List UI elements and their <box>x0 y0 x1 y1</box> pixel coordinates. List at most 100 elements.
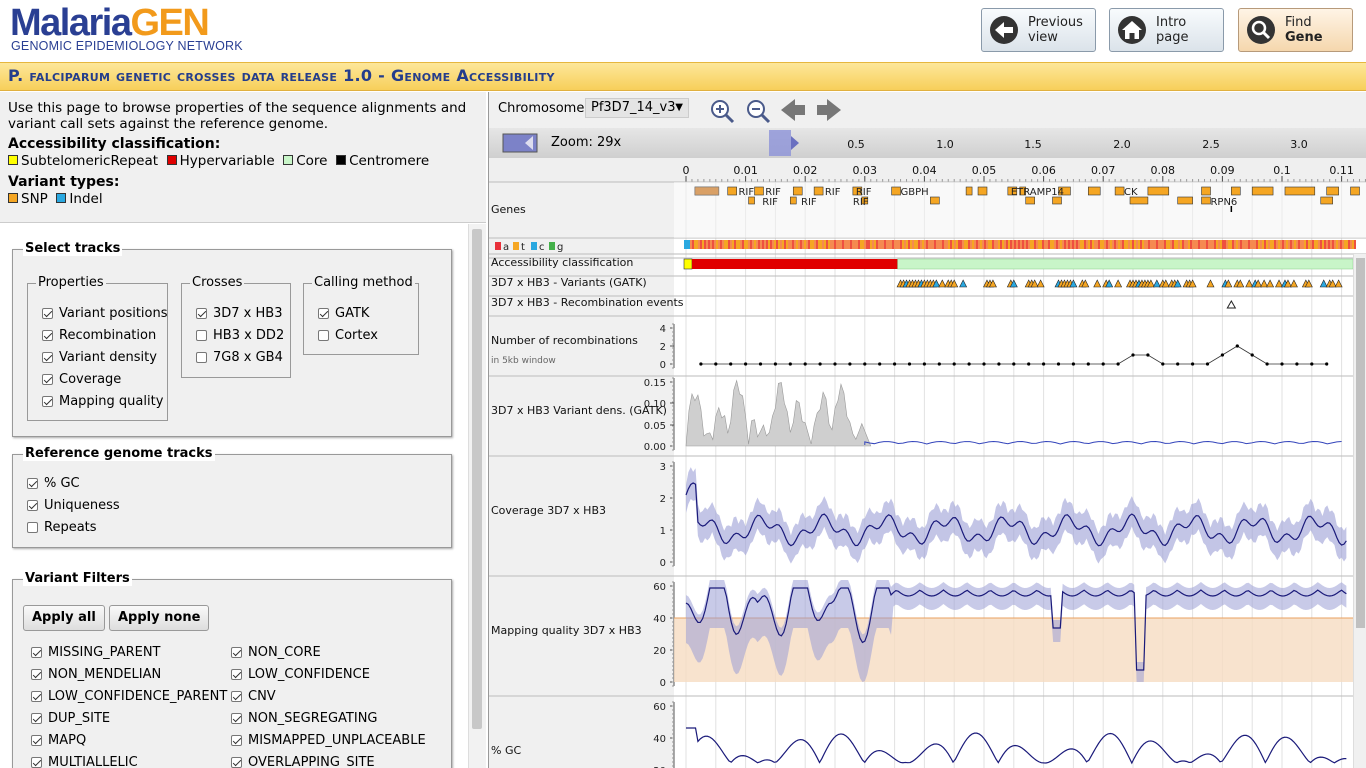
checkbox-box[interactable] <box>42 374 53 385</box>
checkbox-box[interactable] <box>42 330 53 341</box>
checkbox-mapping-quality[interactable]: Mapping quality <box>42 394 163 409</box>
pan-left-icon[interactable] <box>779 97 807 127</box>
filter-cnv[interactable]: CNV <box>231 689 276 704</box>
checkbox-box[interactable] <box>196 330 207 341</box>
base-composition-bar <box>808 240 810 249</box>
checkbox-box[interactable] <box>27 500 38 511</box>
checkbox-recombination[interactable]: Recombination <box>42 328 156 343</box>
checkbox-box[interactable] <box>231 735 242 746</box>
zoom-out-icon[interactable] <box>745 98 771 128</box>
checkbox-box[interactable] <box>42 352 53 363</box>
checkbox-uniqueness[interactable]: Uniqueness <box>27 498 120 513</box>
zoom-overview-bar[interactable]: 0.5 1.0 1.5 2.0 2.5 3.0 Zoom: 29x <box>489 128 1366 158</box>
find-gene-button[interactable]: Find Gene <box>1238 8 1353 52</box>
left-scrollbar[interactable] <box>468 224 486 768</box>
checkbox-coverage[interactable]: Coverage <box>42 372 121 387</box>
base-composition-bar <box>958 240 960 249</box>
base-composition-bar <box>1200 240 1202 249</box>
checkbox-box[interactable] <box>27 522 38 533</box>
tracks-scrollbar[interactable] <box>1353 254 1366 768</box>
filter-mapq[interactable]: MAPQ <box>31 733 86 748</box>
checkbox-box[interactable] <box>318 330 329 341</box>
base-composition-bar <box>740 240 742 249</box>
gene-label: GBPH <box>901 187 929 198</box>
base-composition-bar <box>956 240 958 249</box>
checkbox-box[interactable] <box>231 669 242 680</box>
track-area[interactable]: 0 0.01 0.02 0.03 0.04 0.05 0.06 0.07 0.08 0.09 0.1… <box>489 158 1366 768</box>
checkbox-box[interactable] <box>196 352 207 363</box>
base-composition-bar <box>1158 240 1160 249</box>
recomb-point <box>1325 362 1329 366</box>
filter-overlapping-site[interactable]: OVERLAPPING_SITE <box>231 755 375 768</box>
checkbox-gc[interactable]: % GC <box>27 476 80 491</box>
filter-non-mendelian[interactable]: NON_MENDELIAN <box>31 667 161 682</box>
recomb-point <box>1265 362 1269 366</box>
checkbox-variant-density[interactable]: Variant density <box>42 350 157 365</box>
checkbox-box[interactable] <box>196 308 207 319</box>
base-composition-bar <box>1146 240 1148 249</box>
checkbox-7g8-gb4[interactable]: 7G8 x GB4 <box>196 350 283 365</box>
apply-none-button[interactable]: Apply none <box>109 605 210 631</box>
base-composition-bar <box>976 240 978 249</box>
base-composition-bar <box>966 240 968 249</box>
gene-box <box>813 186 824 196</box>
filter-multiallelic[interactable]: MULTIALLELIC <box>31 755 138 768</box>
checkbox-box[interactable] <box>42 396 53 407</box>
tracks-scrollbar-thumb[interactable] <box>1356 258 1365 628</box>
base-composition-bar <box>1068 240 1070 249</box>
intro-page-button[interactable]: Intro page <box>1109 8 1224 52</box>
filter-non-core[interactable]: NON_CORE <box>231 645 321 660</box>
checkbox-box[interactable] <box>231 757 242 768</box>
recomb-point <box>788 362 792 366</box>
zoom-in-icon[interactable] <box>709 98 735 128</box>
filter-mismapped-unplaceable[interactable]: MISMAPPED_UNPLACEABLE <box>231 733 426 748</box>
base-composition-bar <box>1294 240 1296 249</box>
checkbox-box[interactable] <box>231 691 242 702</box>
gene-label: RIF <box>762 197 778 208</box>
chromosome-label: Chromosome: <box>498 101 589 116</box>
gene-label: ETRAMP14 <box>1011 187 1064 198</box>
checkbox-3d7-hb3[interactable]: 3D7 x HB3 <box>196 306 282 321</box>
checkbox-box[interactable] <box>31 757 42 768</box>
base-composition-bar <box>1008 240 1010 249</box>
base-composition-bar <box>994 240 996 249</box>
base-composition-bar <box>1320 240 1322 249</box>
apply-all-button[interactable]: Apply all <box>23 605 105 631</box>
scrollbar-thumb[interactable] <box>472 229 482 729</box>
checkbox-repeats[interactable]: Repeats <box>27 520 97 535</box>
intro-page-line1: Intro <box>1156 15 1187 30</box>
base-composition-bar <box>724 240 726 249</box>
previous-view-button[interactable]: Previous view <box>981 8 1096 52</box>
pan-right-icon[interactable] <box>815 97 843 127</box>
core-swatch <box>283 155 294 165</box>
base-composition-bar <box>700 240 702 249</box>
filter-dup-site[interactable]: DUP_SITE <box>31 711 110 726</box>
checkbox-box[interactable] <box>31 735 42 746</box>
checkbox-box[interactable] <box>31 713 42 724</box>
base-composition-bar <box>728 240 730 249</box>
settings-scroll-area[interactable]: Select tracks Properties Variant positio… <box>0 224 486 768</box>
malariagen-logo[interactable]: MalariaGEN <box>10 3 210 43</box>
checkbox-box[interactable] <box>42 308 53 319</box>
base-composition-bar <box>1018 240 1020 249</box>
filter-non-segregating[interactable]: NON_SEGREGATING <box>231 711 378 726</box>
checkbox-variant-positions[interactable]: Variant positions <box>42 306 168 321</box>
filter-missing-parent[interactable]: MISSING_PARENT <box>31 645 161 660</box>
checkbox-box[interactable] <box>318 308 329 319</box>
base-composition-bar <box>1074 240 1076 249</box>
base-composition-bar <box>1078 240 1080 249</box>
base-composition-bar <box>930 240 932 249</box>
checkbox-hb3-dd2[interactable]: HB3 x DD2 <box>196 328 284 343</box>
checkbox-gatk[interactable]: GATK <box>318 306 369 321</box>
checkbox-box[interactable] <box>231 713 242 724</box>
checkbox-box[interactable] <box>231 647 242 658</box>
chromosome-select[interactable]: Pf3D7_14_v3 ▼ <box>585 98 689 118</box>
base-composition-bar <box>1242 240 1244 249</box>
checkbox-box[interactable] <box>31 669 42 680</box>
checkbox-cortex[interactable]: Cortex <box>318 328 378 343</box>
checkbox-box[interactable] <box>27 478 38 489</box>
checkbox-box[interactable] <box>31 691 42 702</box>
filter-low-confidence[interactable]: LOW_CONFIDENCE <box>231 667 370 682</box>
filter-low-confidence-parent[interactable]: LOW_CONFIDENCE_PARENT <box>31 689 227 704</box>
checkbox-box[interactable] <box>31 647 42 658</box>
